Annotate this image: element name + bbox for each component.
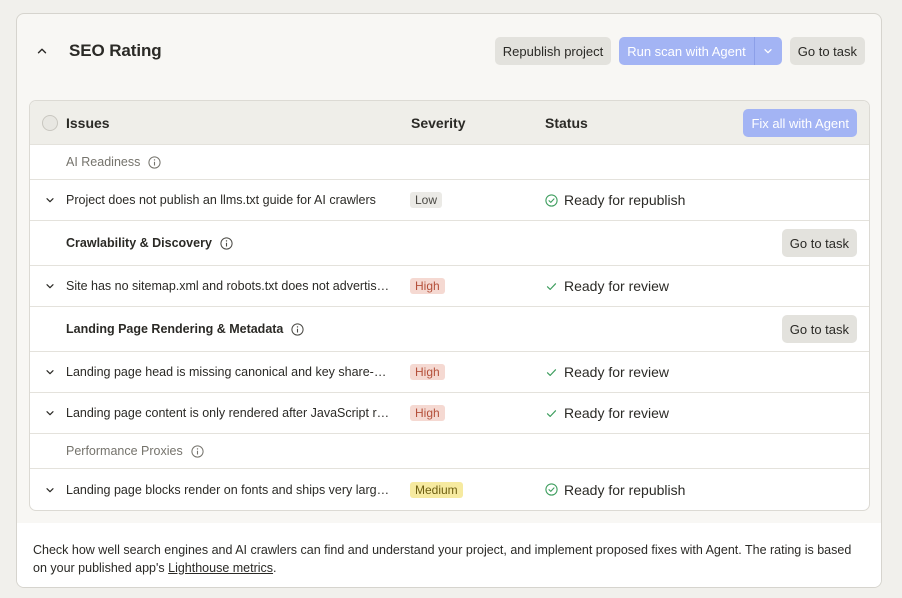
footer-description: Check how well search engines and AI cra… <box>33 543 852 575</box>
chevron-down-icon[interactable] <box>44 280 56 292</box>
issue-title[interactable]: Project does not publish an llms.txt gui… <box>66 193 390 207</box>
fix-all-with-agent-button[interactable]: Fix all with Agent <box>743 109 857 137</box>
lighthouse-metrics-link[interactable]: Lighthouse metrics <box>168 561 273 575</box>
table-row[interactable]: Site has no sitemap.xml and robots.txt d… <box>30 266 869 307</box>
group-label: Landing Page Rendering & Metadata <box>66 322 304 336</box>
issues-table: Issues Severity Status Fix all with Agen… <box>29 100 870 511</box>
status-text: Ready for review <box>564 278 670 294</box>
select-all-checkbox[interactable] <box>42 115 58 131</box>
republish-project-button[interactable]: Republish project <box>494 37 612 65</box>
run-scan-button[interactable]: Run scan with Agent <box>619 37 754 65</box>
panel-footer: Check how well search engines and AI cra… <box>17 523 881 587</box>
severity-badge: High <box>410 278 445 294</box>
status-label: Ready for republish <box>545 482 685 498</box>
severity-badge: High <box>410 405 445 421</box>
group-row-performance-proxies: Performance Proxies <box>30 434 869 469</box>
group-label: Crawlability & Discovery <box>66 236 233 250</box>
go-to-task-button[interactable]: Go to task <box>789 37 865 65</box>
table-row[interactable]: Landing page head is missing canonical a… <box>30 352 869 393</box>
group-row-landing-page-rendering: Landing Page Rendering & Metadata Go to … <box>30 307 869 352</box>
group-label-text: Landing Page Rendering & Metadata <box>66 322 284 336</box>
header-actions: Republish project Run scan with Agent Go… <box>494 37 865 65</box>
issue-title[interactable]: Site has no sitemap.xml and robots.txt d… <box>66 279 390 293</box>
group-label: Performance Proxies <box>66 444 204 458</box>
check-icon <box>545 366 558 379</box>
severity-badge: Low <box>410 192 443 208</box>
group-row-ai-readiness: AI Readiness <box>30 145 869 180</box>
issue-title[interactable]: Landing page content is only rendered af… <box>66 406 390 420</box>
chevron-down-icon <box>763 44 773 59</box>
chevron-down-icon[interactable] <box>44 194 56 206</box>
group-label: AI Readiness <box>66 155 161 169</box>
footer-period: . <box>273 561 277 575</box>
group-row-crawlability: Crawlability & Discovery Go to task <box>30 221 869 266</box>
group-label-text: Performance Proxies <box>66 444 183 458</box>
table-row[interactable]: Project does not publish an llms.txt gui… <box>30 180 869 221</box>
group-label-text: AI Readiness <box>66 155 141 169</box>
check-circle-icon <box>545 193 558 207</box>
table-row[interactable]: Landing page content is only rendered af… <box>30 393 869 434</box>
column-header-severity: Severity <box>411 115 466 131</box>
page-title: SEO Rating <box>69 41 162 60</box>
status-label: Ready for review <box>545 278 669 294</box>
issue-title[interactable]: Landing page blocks render on fonts and … <box>66 483 390 497</box>
check-icon <box>545 407 558 420</box>
info-icon[interactable] <box>148 155 161 169</box>
status-label: Ready for review <box>545 405 669 421</box>
chevron-down-icon[interactable] <box>44 484 56 496</box>
go-to-task-button[interactable]: Go to task <box>781 229 857 257</box>
run-scan-split-button: Run scan with Agent <box>619 37 782 65</box>
info-icon[interactable] <box>291 322 304 336</box>
issue-title[interactable]: Landing page head is missing canonical a… <box>66 365 390 379</box>
column-header-status: Status <box>545 115 588 131</box>
check-circle-icon <box>545 483 558 496</box>
status-text: Ready for republish <box>564 192 686 208</box>
group-label-text: Crawlability & Discovery <box>66 236 212 250</box>
chevron-down-icon[interactable] <box>44 407 56 419</box>
status-label: Ready for republish <box>545 192 685 208</box>
chevron-down-icon[interactable] <box>44 366 56 378</box>
severity-badge: Medium <box>410 481 463 498</box>
run-scan-options-button[interactable] <box>753 37 782 65</box>
seo-rating-panel: SEO Rating Republish project Run scan wi… <box>16 13 882 588</box>
info-icon[interactable] <box>220 236 233 250</box>
chevron-up-icon[interactable] <box>35 44 49 58</box>
status-text: Ready for review <box>564 364 670 380</box>
status-label: Ready for review <box>545 364 669 380</box>
panel-header: SEO Rating Republish project Run scan wi… <box>17 14 881 88</box>
status-text: Ready for review <box>564 405 670 421</box>
table-row[interactable]: Landing page blocks render on fonts and … <box>30 469 869 510</box>
go-to-task-button[interactable]: Go to task <box>781 315 857 343</box>
check-icon <box>545 280 558 293</box>
table-header: Issues Severity Status Fix all with Agen… <box>30 101 869 145</box>
column-header-issues: Issues <box>66 115 110 131</box>
status-text: Ready for republish <box>564 481 686 498</box>
severity-badge: High <box>410 364 445 380</box>
info-icon[interactable] <box>191 444 204 458</box>
